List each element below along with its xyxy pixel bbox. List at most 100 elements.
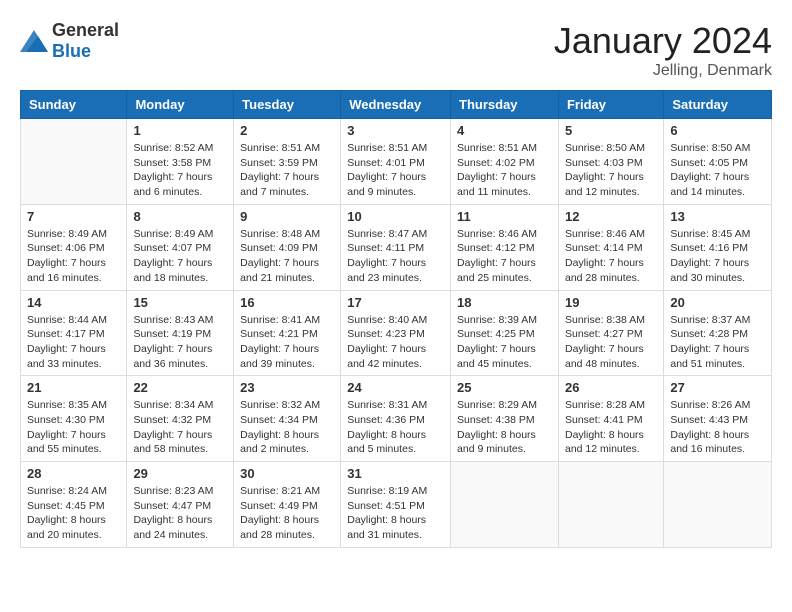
day-number: 23 (240, 380, 334, 395)
day-info: Sunrise: 8:46 AMSunset: 4:12 PMDaylight:… (457, 227, 552, 286)
day-number: 30 (240, 466, 334, 481)
day-info: Sunrise: 8:51 AMSunset: 4:01 PMDaylight:… (347, 141, 444, 200)
calendar-cell: 31 Sunrise: 8:19 AMSunset: 4:51 PMDayligh… (341, 462, 451, 548)
calendar-table: SundayMondayTuesdayWednesdayThursdayFrid… (20, 90, 772, 548)
page-header: General Blue January 2024 Jelling, Denma… (20, 20, 772, 80)
calendar-cell: 30Sunrise: 8:21 AMSunset: 4:49 PMDayligh… (234, 462, 341, 548)
day-info: Sunrise: 8:39 AMSunset: 4:25 PMDaylight:… (457, 313, 552, 372)
day-number: 12 (565, 209, 657, 224)
day-info: Sunrise: 8:47 AMSunset: 4:11 PMDaylight:… (347, 227, 444, 286)
day-info: Sunrise: 8:31 AMSunset: 4:36 PMDaylight:… (347, 398, 444, 457)
col-header-tuesday: Tuesday (234, 91, 341, 119)
day-info: Sunrise: 8:44 AMSunset: 4:17 PMDaylight:… (27, 313, 120, 372)
col-header-friday: Friday (558, 91, 663, 119)
title-block: January 2024 Jelling, Denmark (554, 20, 772, 80)
day-info: Sunrise: 8:35 AMSunset: 4:30 PMDaylight:… (27, 398, 120, 457)
logo: General Blue (20, 20, 119, 62)
calendar-cell: 15Sunrise: 8:43 AMSunset: 4:19 PMDayligh… (127, 290, 234, 376)
day-number: 16 (240, 295, 334, 310)
day-info: Sunrise: 8:48 AMSunset: 4:09 PMDaylight:… (240, 227, 334, 286)
day-number: 6 (670, 123, 765, 138)
day-info: Sunrise: 8:28 AMSunset: 4:41 PMDaylight:… (565, 398, 657, 457)
calendar-cell: 11 Sunrise: 8:46 AMSunset: 4:12 PMDayligh… (451, 204, 559, 290)
day-number: 5 (565, 123, 657, 138)
col-header-wednesday: Wednesday (341, 91, 451, 119)
location: Jelling, Denmark (554, 62, 772, 80)
col-header-monday: Monday (127, 91, 234, 119)
day-number: 26 (565, 380, 657, 395)
logo-blue: Blue (52, 41, 91, 61)
day-number: 10 (347, 209, 444, 224)
calendar-cell: 8Sunrise: 8:49 AMSunset: 4:07 PMDaylight… (127, 204, 234, 290)
calendar-cell: 28 Sunrise: 8:24 AMSunset: 4:45 PMDayligh… (21, 462, 127, 548)
day-info: Sunrise: 8:37 AMSunset: 4:28 PMDaylight:… (670, 313, 765, 372)
calendar-cell: 16 Sunrise: 8:41 AMSunset: 4:21 PMDayligh… (234, 290, 341, 376)
day-number: 7 (27, 209, 120, 224)
calendar-cell: 23Sunrise: 8:32 AMSunset: 4:34 PMDayligh… (234, 376, 341, 462)
calendar-cell: 12 Sunrise: 8:46 AMSunset: 4:14 PMDayligh… (558, 204, 663, 290)
calendar-cell: 29 Sunrise: 8:23 AMSunset: 4:47 PMDayligh… (127, 462, 234, 548)
calendar-cell: 2 Sunrise: 8:51 AMSunset: 3:59 PMDaylight… (234, 119, 341, 205)
day-number: 2 (240, 123, 334, 138)
day-info: Sunrise: 8:45 AMSunset: 4:16 PMDaylight:… (670, 227, 765, 286)
day-info: Sunrise: 8:41 AMSunset: 4:21 PMDaylight:… (240, 313, 334, 372)
calendar-cell (451, 462, 559, 548)
day-number: 1 (133, 123, 227, 138)
day-number: 27 (670, 380, 765, 395)
day-number: 31 (347, 466, 444, 481)
calendar-cell: 3 Sunrise: 8:51 AMSunset: 4:01 PMDaylight… (341, 119, 451, 205)
calendar-cell (664, 462, 772, 548)
day-info: Sunrise: 8:40 AMSunset: 4:23 PMDaylight:… (347, 313, 444, 372)
day-info: Sunrise: 8:51 AMSunset: 4:02 PMDaylight:… (457, 141, 552, 200)
day-number: 14 (27, 295, 120, 310)
calendar-cell: 9 Sunrise: 8:48 AMSunset: 4:09 PMDaylight… (234, 204, 341, 290)
calendar-cell: 26 Sunrise: 8:28 AMSunset: 4:41 PMDayligh… (558, 376, 663, 462)
day-number: 18 (457, 295, 552, 310)
calendar-cell: 6 Sunrise: 8:50 AMSunset: 4:05 PMDaylight… (664, 119, 772, 205)
day-number: 19 (565, 295, 657, 310)
calendar-cell (558, 462, 663, 548)
calendar-cell: 20Sunrise: 8:37 AMSunset: 4:28 PMDayligh… (664, 290, 772, 376)
day-info: Sunrise: 8:19 AMSunset: 4:51 PMDaylight:… (347, 484, 444, 543)
day-number: 3 (347, 123, 444, 138)
calendar-cell: 18 Sunrise: 8:39 AMSunset: 4:25 PMDayligh… (451, 290, 559, 376)
col-header-thursday: Thursday (451, 91, 559, 119)
day-number: 29 (133, 466, 227, 481)
calendar-week-3: 14 Sunrise: 8:44 AMSunset: 4:17 PMDayligh… (21, 290, 772, 376)
calendar-cell: 17 Sunrise: 8:40 AMSunset: 4:23 PMDayligh… (341, 290, 451, 376)
day-info: Sunrise: 8:50 AMSunset: 4:05 PMDaylight:… (670, 141, 765, 200)
day-info: Sunrise: 8:49 AMSunset: 4:07 PMDaylight:… (133, 227, 227, 286)
calendar-cell: 5 Sunrise: 8:50 AMSunset: 4:03 PMDaylight… (558, 119, 663, 205)
day-number: 25 (457, 380, 552, 395)
day-number: 28 (27, 466, 120, 481)
day-number: 21 (27, 380, 120, 395)
calendar-cell: 27 Sunrise: 8:26 AMSunset: 4:43 PMDayligh… (664, 376, 772, 462)
day-info: Sunrise: 8:49 AMSunset: 4:06 PMDaylight:… (27, 227, 120, 286)
logo-general: General (52, 20, 119, 40)
day-info: Sunrise: 8:52 AMSunset: 3:58 PMDaylight:… (133, 141, 227, 200)
day-info: Sunrise: 8:26 AMSunset: 4:43 PMDaylight:… (670, 398, 765, 457)
day-info: Sunrise: 8:46 AMSunset: 4:14 PMDaylight:… (565, 227, 657, 286)
day-number: 9 (240, 209, 334, 224)
day-number: 11 (457, 209, 552, 224)
day-info: Sunrise: 8:24 AMSunset: 4:45 PMDaylight:… (27, 484, 120, 543)
calendar-cell: 25 Sunrise: 8:29 AMSunset: 4:38 PMDayligh… (451, 376, 559, 462)
logo-text: General Blue (52, 20, 119, 62)
day-number: 4 (457, 123, 552, 138)
day-info: Sunrise: 8:29 AMSunset: 4:38 PMDaylight:… (457, 398, 552, 457)
calendar-cell: 14 Sunrise: 8:44 AMSunset: 4:17 PMDayligh… (21, 290, 127, 376)
calendar-cell: 1 Sunrise: 8:52 AMSunset: 3:58 PMDaylight… (127, 119, 234, 205)
calendar-cell: 19Sunrise: 8:38 AMSunset: 4:27 PMDayligh… (558, 290, 663, 376)
calendar-cell: 13 Sunrise: 8:45 AMSunset: 4:16 PMDayligh… (664, 204, 772, 290)
calendar-cell: 22Sunrise: 8:34 AMSunset: 4:32 PMDayligh… (127, 376, 234, 462)
logo-icon (20, 30, 48, 52)
day-info: Sunrise: 8:50 AMSunset: 4:03 PMDaylight:… (565, 141, 657, 200)
calendar-cell: 4 Sunrise: 8:51 AMSunset: 4:02 PMDaylight… (451, 119, 559, 205)
day-info: Sunrise: 8:23 AMSunset: 4:47 PMDaylight:… (133, 484, 227, 543)
day-number: 13 (670, 209, 765, 224)
day-number: 17 (347, 295, 444, 310)
day-info: Sunrise: 8:51 AMSunset: 3:59 PMDaylight:… (240, 141, 334, 200)
day-info: Sunrise: 8:43 AMSunset: 4:19 PMDaylight:… (133, 313, 227, 372)
col-header-sunday: Sunday (21, 91, 127, 119)
calendar-header-row: SundayMondayTuesdayWednesdayThursdayFrid… (21, 91, 772, 119)
